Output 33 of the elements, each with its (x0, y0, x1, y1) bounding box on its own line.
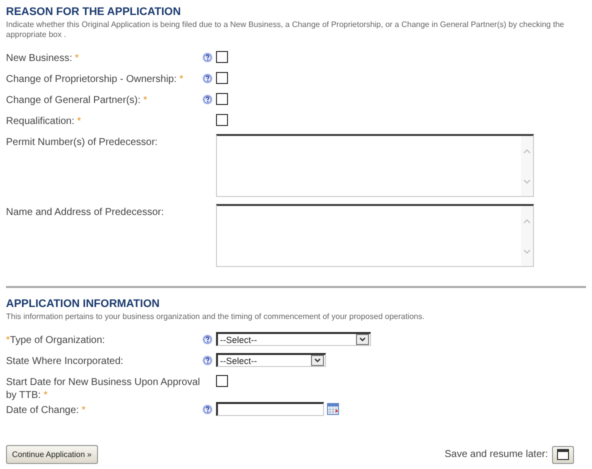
select-dropdown[interactable]: --Select-- (216, 332, 371, 346)
help-icon[interactable] (202, 404, 213, 415)
help-icon[interactable] (202, 52, 213, 63)
checkbox[interactable] (216, 72, 228, 84)
select-dropdown[interactable]: --Select-- (216, 353, 326, 367)
checkbox[interactable] (216, 93, 228, 105)
help-icon[interactable] (202, 73, 213, 84)
save-button[interactable] (552, 446, 574, 464)
field-label: Requalification: * (6, 115, 82, 128)
help-icon[interactable] (202, 334, 213, 345)
section-description: This information pertains to your business organization and the timing of commencement of your proposed operations. (6, 312, 426, 322)
field-label: New Business: * (6, 52, 80, 65)
field-label: Start Date for New Business Upon Approval by TTB: * (6, 376, 201, 402)
field-label: Name and Address of Predecessor: (6, 206, 165, 219)
section-heading: APPLICATION INFORMATION (6, 298, 161, 310)
field-label: *Type of Organization: (6, 334, 106, 347)
field-label: Date of Change: * (6, 404, 87, 417)
checkbox[interactable] (216, 114, 228, 126)
save-label: Save and resume later: (444, 449, 548, 460)
window-icon (557, 449, 569, 460)
help-icon[interactable] (202, 355, 213, 366)
field-label: Permit Number(s) of Predecessor: (6, 136, 159, 149)
section-description: Indicate whether this Original Application is being filed due to a New Business, a Change of Proprietorship, or a Change in General Partner(s) by checking the appropriate box . (6, 20, 566, 40)
continue-button[interactable]: Continue Application » (6, 445, 98, 464)
checkbox[interactable] (216, 375, 228, 387)
help-icon[interactable] (202, 94, 213, 105)
field-label: State Where Incorporated: (6, 355, 124, 368)
checkbox[interactable] (216, 51, 228, 63)
calendar-icon[interactable] (327, 403, 339, 415)
field-label: Change of General Partner(s): * (6, 94, 148, 107)
date-field[interactable] (216, 402, 324, 416)
field-label: Change of Proprietorship - Ownership: * (6, 73, 184, 86)
section-heading: REASON FOR THE APPLICATION (6, 6, 182, 18)
